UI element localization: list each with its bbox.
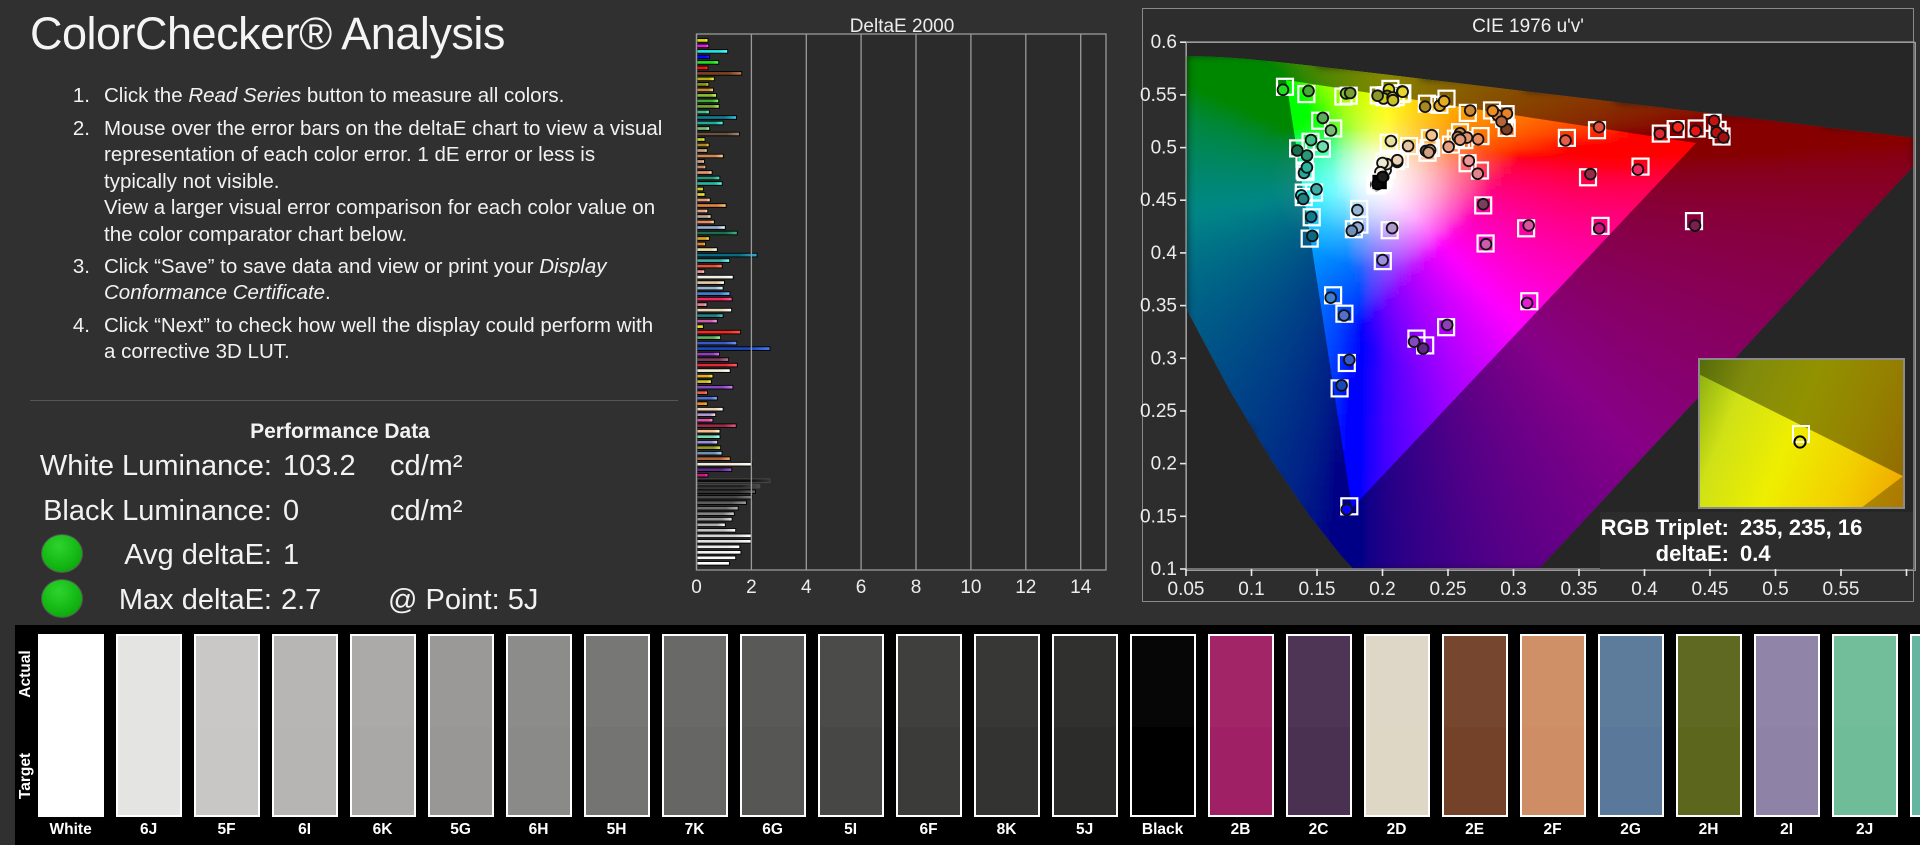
svg-text:0.25: 0.25: [1140, 401, 1177, 422]
svg-text:0.3: 0.3: [1500, 579, 1526, 600]
svg-text:0.15: 0.15: [1299, 579, 1336, 600]
svg-text:0.35: 0.35: [1140, 296, 1177, 317]
svg-text:0.15: 0.15: [1140, 506, 1177, 527]
svg-text:0.05: 0.05: [1168, 579, 1205, 600]
svg-text:0.6: 0.6: [1151, 32, 1177, 53]
svg-text:0.25: 0.25: [1430, 579, 1467, 600]
svg-text:0.2: 0.2: [1151, 454, 1177, 475]
svg-text:0.4: 0.4: [1631, 579, 1658, 600]
svg-text:0.1: 0.1: [1238, 579, 1264, 600]
svg-text:0.2: 0.2: [1369, 579, 1395, 600]
svg-text:0.5: 0.5: [1762, 579, 1788, 600]
svg-text:0.55: 0.55: [1140, 85, 1177, 106]
svg-text:0.4: 0.4: [1151, 243, 1178, 264]
svg-text:0.35: 0.35: [1561, 579, 1598, 600]
svg-text:0.5: 0.5: [1151, 138, 1177, 159]
svg-text:0.45: 0.45: [1692, 579, 1729, 600]
svg-text:0.45: 0.45: [1140, 190, 1177, 211]
svg-text:0.3: 0.3: [1151, 348, 1177, 369]
svg-text:0.55: 0.55: [1823, 579, 1860, 600]
svg-text:0.1: 0.1: [1151, 559, 1177, 580]
